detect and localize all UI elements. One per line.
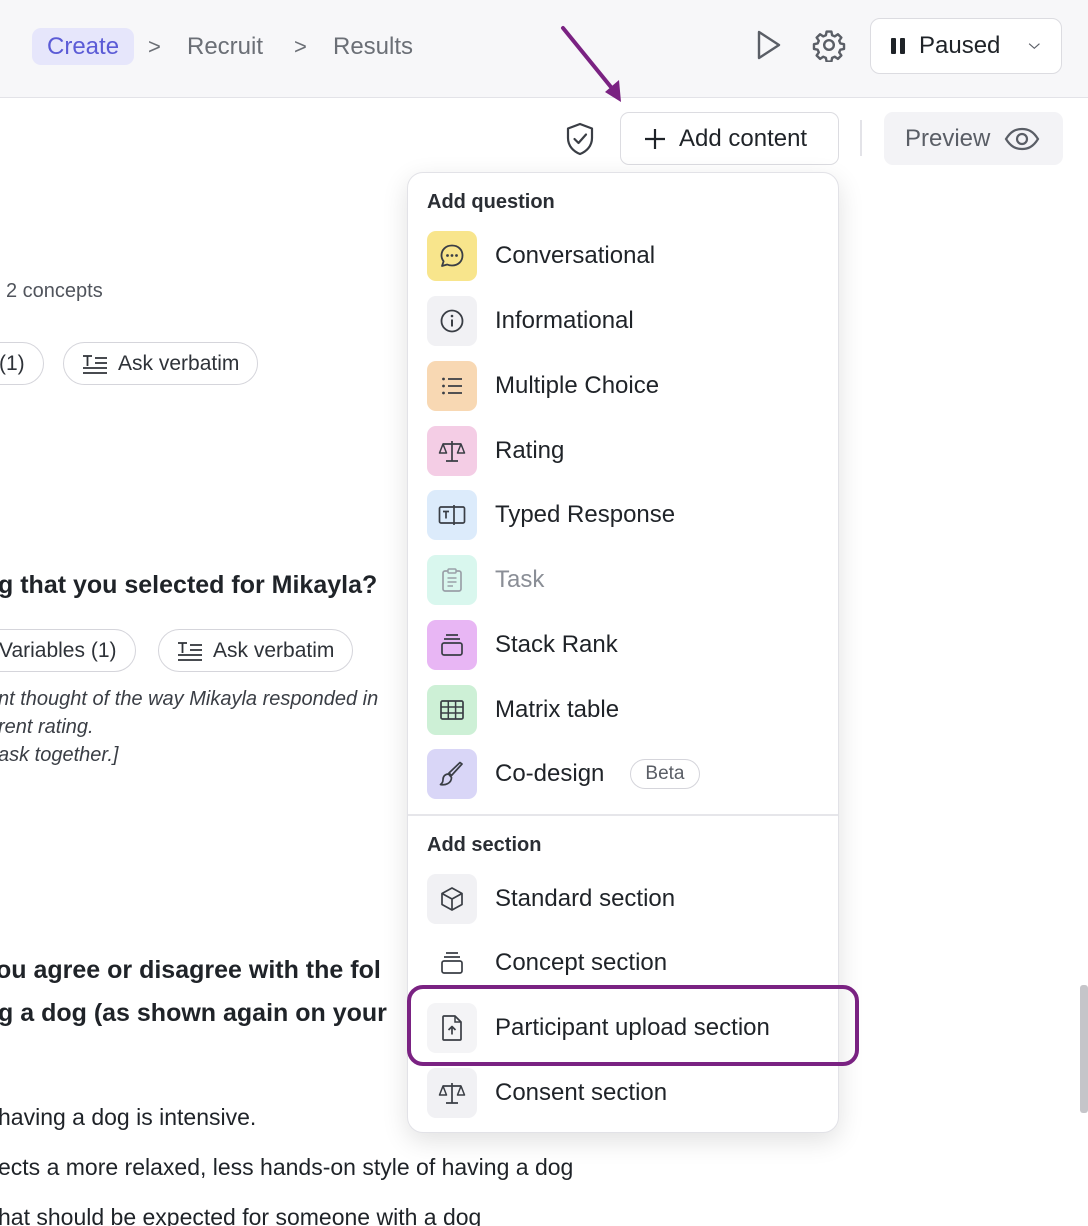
- menu-item-label: Multiple Choice: [495, 372, 660, 399]
- eye-icon: [1005, 127, 1040, 150]
- menu-item-standard-section[interactable]: Standard section: [427, 873, 827, 925]
- scrollbar[interactable]: [1080, 985, 1088, 1113]
- menu-item-concept-section[interactable]: Concept section: [427, 937, 827, 989]
- status-label: Paused: [919, 32, 1001, 59]
- annotation-highlight-box: [407, 985, 859, 1066]
- stack-icon: [427, 620, 477, 670]
- concepts-count: 2 concepts: [6, 280, 103, 302]
- add-section-heading: Add section: [427, 834, 542, 856]
- question-title-line: g a dog (as shown again on your: [0, 999, 387, 1027]
- scale-icon: [427, 426, 477, 476]
- breadcrumb-recruit[interactable]: Recruit: [187, 28, 263, 65]
- play-icon[interactable]: [750, 27, 786, 63]
- menu-item-label: Informational: [495, 307, 634, 334]
- statement-line: having a dog is intensive.: [0, 1104, 257, 1130]
- menu-item-multiple-choice[interactable]: Multiple Choice: [427, 360, 827, 412]
- status-dropdown[interactable]: Paused: [870, 18, 1062, 74]
- gear-icon[interactable]: [811, 27, 847, 63]
- add-question-heading: Add question: [427, 191, 555, 213]
- toolbar-divider: [860, 120, 862, 156]
- menu-item-label: Stack Rank: [495, 631, 618, 658]
- ask-verbatim-button[interactable]: Ask verbatim: [63, 342, 259, 385]
- menu-item-consent-section[interactable]: Consent section: [427, 1067, 827, 1119]
- menu-item-informational[interactable]: Informational: [427, 295, 827, 347]
- menu-item-label: Consent section: [495, 1079, 668, 1106]
- ask-verbatim-label: Ask verbatim: [118, 351, 240, 375]
- menu-item-label: Rating: [495, 437, 565, 464]
- brush-icon: [427, 749, 477, 799]
- breadcrumb-create[interactable]: Create: [32, 28, 135, 65]
- statement-line: ects a more relaxed, less hands-on style…: [0, 1154, 574, 1180]
- add-content-label: Add content: [679, 124, 808, 152]
- chevron-down-icon: [1029, 43, 1041, 50]
- grid-icon: [427, 685, 477, 735]
- instruction-line: nt thought of the way Mikayla responded …: [0, 688, 379, 710]
- menu-item-matrix-table[interactable]: Matrix table: [427, 684, 827, 736]
- menu-item-label: Task: [495, 566, 545, 593]
- annotation-arrow: [561, 26, 621, 102]
- breadcrumb-results[interactable]: Results: [333, 28, 413, 65]
- preview-button[interactable]: Preview: [884, 112, 1063, 165]
- list-icon: [427, 361, 477, 411]
- text-lines-icon: [178, 641, 202, 661]
- preview-label: Preview: [905, 124, 991, 152]
- variables-pill-count: (1): [0, 351, 25, 375]
- menu-item-stack-rank[interactable]: Stack Rank: [427, 619, 827, 671]
- instruction-line: ask together.]: [0, 744, 119, 766]
- add-content-button[interactable]: Add content: [620, 112, 839, 165]
- ask-verbatim-label: Ask verbatim: [213, 638, 335, 662]
- menu-item-conversational[interactable]: Conversational: [427, 230, 827, 282]
- menu-item-label: Typed Response: [495, 501, 676, 528]
- top-nav-bar: Create > Recruit > Results Paused: [0, 0, 1088, 98]
- question-title-line: ou agree or disagree with the fol: [0, 956, 381, 984]
- chat-bubble-icon: [427, 231, 477, 281]
- menu-item-typed-response[interactable]: Typed Response: [427, 489, 827, 541]
- menu-item-label: Conversational: [495, 242, 656, 269]
- beta-badge: Beta: [630, 759, 700, 789]
- text-field-icon: [427, 490, 477, 540]
- cube-icon: [427, 874, 477, 924]
- variables-pill-label: Variables (1): [0, 638, 117, 662]
- shield-check-icon[interactable]: [563, 121, 597, 157]
- stack-icon: [427, 938, 477, 988]
- variables-pill[interactable]: (1): [0, 342, 44, 385]
- pause-icon: [891, 38, 905, 54]
- question-title: g that you selected for Mikayla?: [0, 571, 378, 599]
- ask-verbatim-button[interactable]: Ask verbatim: [158, 629, 354, 672]
- scale-icon: [427, 1068, 477, 1118]
- menu-item-label: Concept section: [495, 949, 668, 976]
- menu-item-label: Matrix table: [495, 696, 620, 723]
- menu-divider: [408, 814, 838, 816]
- text-lines-icon: [83, 354, 107, 374]
- menu-item-task[interactable]: Task: [427, 554, 827, 606]
- instruction-line: rent rating.: [0, 716, 94, 738]
- menu-item-label: Standard section: [495, 885, 676, 912]
- menu-item-co-design[interactable]: Co-design Beta: [427, 748, 827, 800]
- menu-item-label: Co-design: [495, 760, 605, 787]
- statement-line: hat should be expected for someone with …: [0, 1204, 482, 1226]
- breadcrumb-separator: >: [148, 34, 161, 59]
- breadcrumb-separator: >: [294, 34, 307, 59]
- menu-item-rating[interactable]: Rating: [427, 425, 827, 477]
- variables-pill[interactable]: Variables (1): [0, 629, 136, 672]
- clipboard-icon: [427, 555, 477, 605]
- plus-icon: [645, 128, 665, 149]
- info-icon: [427, 296, 477, 346]
